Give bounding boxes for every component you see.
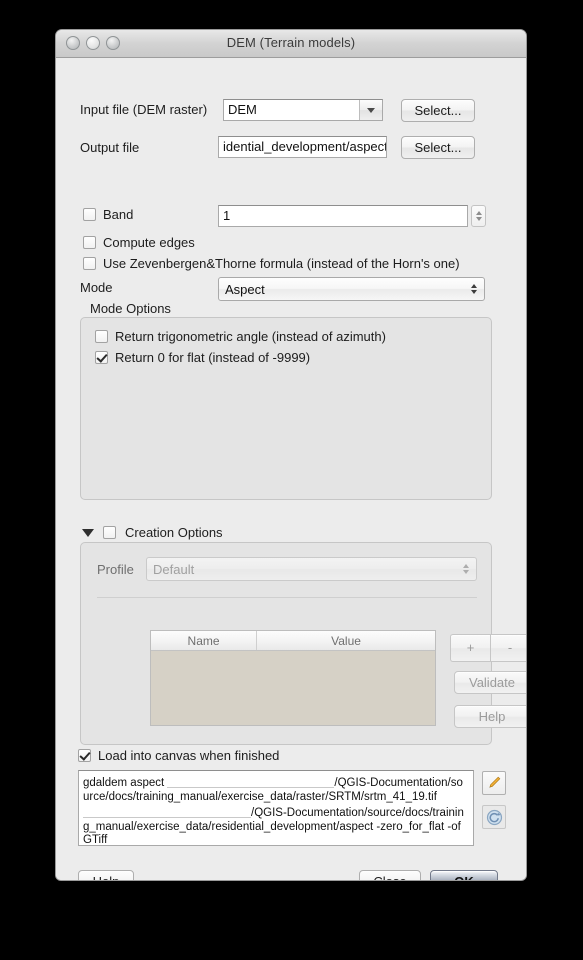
input-file-value: DEM	[228, 102, 257, 117]
band-checkbox[interactable]	[83, 208, 96, 221]
profile-value: Default	[153, 561, 195, 577]
profile-select[interactable]: Default	[146, 557, 477, 581]
chevron-down-icon[interactable]	[359, 100, 382, 120]
band-checkbox-row[interactable]: Band	[83, 207, 133, 222]
column-header-value[interactable]: Value	[257, 631, 435, 650]
title-bar[interactable]: DEM (Terrain models)	[56, 30, 526, 58]
command-prefix: gdaldem aspect	[83, 777, 168, 789]
return-zero-for-flat-checkbox[interactable]	[95, 351, 108, 364]
mode-value: Aspect	[225, 281, 265, 297]
profile-label: Profile	[97, 562, 134, 577]
add-option-button[interactable]: +	[450, 634, 490, 662]
pencil-icon	[489, 776, 501, 789]
zevenbergen-row[interactable]: Use Zevenbergen&Thorne formula (instead …	[83, 256, 460, 271]
column-header-name[interactable]: Name	[151, 631, 258, 650]
sort-arrows-icon	[463, 564, 469, 574]
refresh-command-button[interactable]	[482, 805, 506, 829]
output-file-input[interactable]: idential_development/aspect	[218, 136, 387, 158]
mode-label: Mode	[80, 280, 113, 295]
output-file-label: Output file	[80, 140, 140, 155]
output-file-select-button[interactable]: Select...	[401, 136, 475, 159]
return-trigonometric-angle-label: Return trigonometric angle (instead of a…	[115, 329, 386, 344]
creation-options-table[interactable]: Name Value	[150, 630, 436, 726]
load-into-canvas-checkbox[interactable]	[78, 749, 91, 762]
mode-select[interactable]: Aspect	[218, 277, 485, 301]
table-header-row: Name Value	[151, 631, 435, 651]
load-into-canvas-row[interactable]: Load into canvas when finished	[78, 748, 279, 763]
close-button-footer[interactable]: Close	[359, 870, 421, 880]
creation-options-checkbox[interactable]	[103, 526, 116, 539]
input-file-label: Input file (DEM raster)	[80, 102, 208, 117]
input-file-label-wrap: Input file (DEM raster)	[80, 102, 207, 117]
validate-button[interactable]: Validate	[454, 671, 526, 694]
creation-options-help-button[interactable]: Help	[454, 705, 526, 728]
redacted-path-1	[167, 776, 335, 788]
return-zero-for-flat-label: Return 0 for flat (instead of -9999)	[115, 350, 311, 365]
band-stepper[interactable]	[471, 205, 486, 227]
band-input[interactable]: 1	[218, 205, 468, 227]
output-file-label-wrap: Output file	[80, 140, 139, 155]
input-file-combo[interactable]: DEM	[223, 99, 383, 121]
mode-options-groupbox: Return trigonometric angle (instead of a…	[80, 317, 492, 500]
disclosure-triangle-icon[interactable]	[82, 528, 94, 537]
redacted-path-2	[83, 806, 251, 819]
sort-arrows-icon	[471, 284, 477, 294]
divider	[97, 597, 477, 598]
ok-button[interactable]: OK	[430, 870, 498, 880]
remove-option-button[interactable]: -	[490, 634, 526, 662]
compute-edges-checkbox[interactable]	[83, 236, 96, 249]
dem-terrain-models-dialog: DEM (Terrain models) Input file (DEM ras…	[56, 30, 526, 880]
creation-options-header[interactable]: Creation Options	[82, 525, 223, 540]
refresh-icon	[486, 809, 502, 825]
compute-edges-row[interactable]: Compute edges	[83, 235, 195, 250]
window-title: DEM (Terrain models)	[226, 35, 356, 50]
input-file-select-button[interactable]: Select...	[401, 99, 475, 122]
zevenbergen-checkbox[interactable]	[83, 257, 96, 270]
return-trigonometric-angle-row[interactable]: Return trigonometric angle (instead of a…	[95, 329, 386, 344]
return-zero-for-flat-row[interactable]: Return 0 for flat (instead of -9999)	[95, 350, 310, 365]
edit-command-button[interactable]	[482, 771, 506, 795]
load-into-canvas-label: Load into canvas when finished	[98, 748, 280, 763]
return-trigonometric-angle-checkbox[interactable]	[95, 330, 108, 343]
mode-label-wrap: Mode	[80, 280, 113, 295]
mode-options-group-label: Mode Options	[90, 301, 171, 316]
zevenbergen-label: Use Zevenbergen&Thorne formula (instead …	[103, 256, 460, 271]
compute-edges-label: Compute edges	[103, 235, 195, 250]
creation-options-label: Creation Options	[125, 525, 223, 540]
band-label: Band	[103, 207, 134, 222]
command-preview-textarea[interactable]: gdaldem aspect /QGIS-Documentation/sourc…	[78, 770, 474, 846]
help-button[interactable]: Help	[78, 870, 134, 880]
dialog-body: Input file (DEM raster) DEM Select... Ou…	[56, 58, 526, 880]
